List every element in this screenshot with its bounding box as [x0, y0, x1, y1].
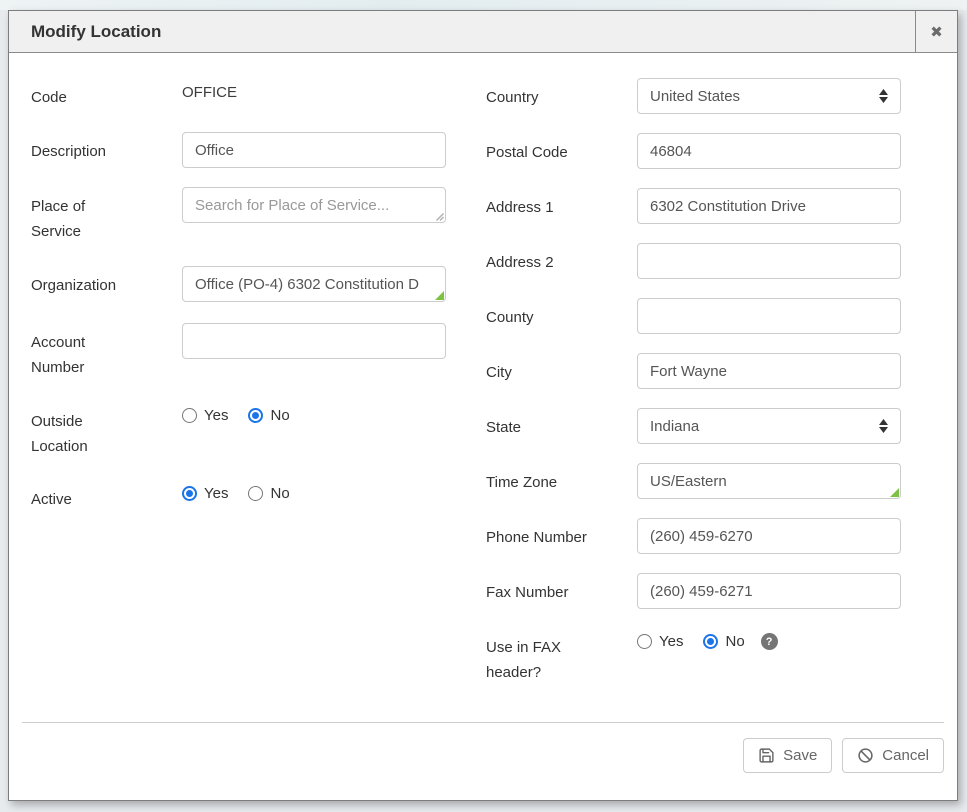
field-row-address1: Address 1 [486, 188, 902, 224]
field-row-use-in-fax-header: Use in FAX header? Yes No ? [486, 628, 902, 685]
use-in-fax-header-no-option[interactable]: No [703, 633, 744, 650]
fax-number-label: Fax Number [486, 573, 637, 605]
active-label: Active [31, 480, 182, 512]
city-input[interactable] [637, 353, 901, 389]
radio-button-icon[interactable] [248, 408, 263, 423]
phone-number-input[interactable] [637, 518, 901, 554]
field-row-code: Code OFFICE [31, 78, 446, 110]
page-background [0, 0, 967, 10]
place-of-service-label: Place of Service [31, 187, 182, 244]
radio-button-icon[interactable] [248, 486, 263, 501]
field-row-phone-number: Phone Number [486, 518, 902, 554]
dialog-header: Modify Location ✖ [9, 11, 957, 53]
close-icon: ✖ [930, 23, 943, 41]
description-input[interactable] [182, 132, 446, 168]
code-label: Code [31, 78, 182, 110]
dialog-footer: Save Cancel [22, 722, 944, 800]
radio-option-label: Yes [204, 407, 228, 424]
field-row-state: State Indiana [486, 408, 902, 444]
address2-label: Address 2 [486, 243, 637, 275]
field-row-account-number: Account Number [31, 323, 446, 380]
field-row-address2: Address 2 [486, 243, 902, 279]
place-of-service-input[interactable] [182, 187, 446, 223]
active-yes-option[interactable]: Yes [182, 485, 228, 502]
field-row-active: Active Yes No [31, 480, 446, 512]
description-label: Description [31, 132, 182, 164]
state-select[interactable]: Indiana [637, 408, 901, 444]
country-label: Country [486, 78, 637, 110]
fax-number-input[interactable] [637, 573, 901, 609]
country-select-value: United States [650, 88, 740, 105]
radio-option-label: Yes [659, 633, 683, 650]
outside-location-no-option[interactable]: No [248, 407, 289, 424]
radio-option-label: No [270, 407, 289, 424]
country-select[interactable]: United States [637, 78, 901, 114]
help-icon[interactable]: ? [761, 633, 778, 650]
save-button-label: Save [783, 747, 817, 764]
outside-location-yes-option[interactable]: Yes [182, 407, 228, 424]
radio-button-icon[interactable] [703, 634, 718, 649]
county-label: County [486, 298, 637, 330]
select-arrows-icon [879, 89, 888, 103]
state-select-value: Indiana [650, 418, 699, 435]
account-number-input[interactable] [182, 323, 446, 359]
save-icon [758, 747, 775, 764]
postal-code-input[interactable] [637, 133, 901, 169]
county-input[interactable] [637, 298, 901, 334]
form-column-right: Country United States Postal Code [486, 78, 902, 722]
radio-option-label: No [270, 485, 289, 502]
time-zone-label: Time Zone [486, 463, 637, 495]
radio-button-icon[interactable] [182, 408, 197, 423]
time-zone-input[interactable] [637, 463, 901, 499]
cancel-button-label: Cancel [882, 747, 929, 764]
radio-button-icon[interactable] [182, 486, 197, 501]
use-in-fax-header-yes-option[interactable]: Yes [637, 633, 683, 650]
field-row-fax-number: Fax Number [486, 573, 902, 609]
dialog-body: Code OFFICE Description Place of Service [9, 53, 957, 722]
city-label: City [486, 353, 637, 385]
address1-input[interactable] [637, 188, 901, 224]
close-button[interactable]: ✖ [915, 11, 957, 52]
form-column-left: Code OFFICE Description Place of Service [31, 78, 446, 722]
field-row-place-of-service: Place of Service [31, 187, 446, 244]
organization-input[interactable] [182, 266, 446, 302]
address1-label: Address 1 [486, 188, 637, 220]
outside-location-radio-group: Yes No [182, 402, 446, 424]
field-row-city: City [486, 353, 902, 389]
field-row-organization: Organization [31, 266, 446, 302]
use-in-fax-header-radio-group: Yes No ? [637, 628, 901, 650]
radio-option-label: Yes [204, 485, 228, 502]
field-row-country: Country United States [486, 78, 902, 114]
use-in-fax-header-label: Use in FAX header? [486, 628, 637, 685]
field-row-outside-location: Outside Location Yes No [31, 402, 446, 459]
field-row-postal-code: Postal Code [486, 133, 902, 169]
address2-input[interactable] [637, 243, 901, 279]
organization-label: Organization [31, 266, 182, 298]
cancel-button[interactable]: Cancel [842, 738, 944, 773]
phone-number-label: Phone Number [486, 518, 637, 550]
select-arrows-icon [879, 419, 888, 433]
outside-location-label: Outside Location [31, 402, 182, 459]
dialog-title: Modify Location [9, 11, 915, 52]
radio-button-icon[interactable] [637, 634, 652, 649]
active-radio-group: Yes No [182, 480, 446, 502]
postal-code-label: Postal Code [486, 133, 637, 165]
code-value: OFFICE [182, 78, 446, 101]
active-no-option[interactable]: No [248, 485, 289, 502]
state-label: State [486, 408, 637, 440]
save-button[interactable]: Save [743, 738, 832, 773]
field-row-county: County [486, 298, 902, 334]
modify-location-dialog: Modify Location ✖ Code OFFICE Descriptio… [8, 10, 958, 801]
radio-option-label: No [725, 633, 744, 650]
field-row-time-zone: Time Zone [486, 463, 902, 499]
account-number-label: Account Number [31, 323, 182, 380]
field-row-description: Description [31, 132, 446, 168]
cancel-icon [857, 747, 874, 764]
